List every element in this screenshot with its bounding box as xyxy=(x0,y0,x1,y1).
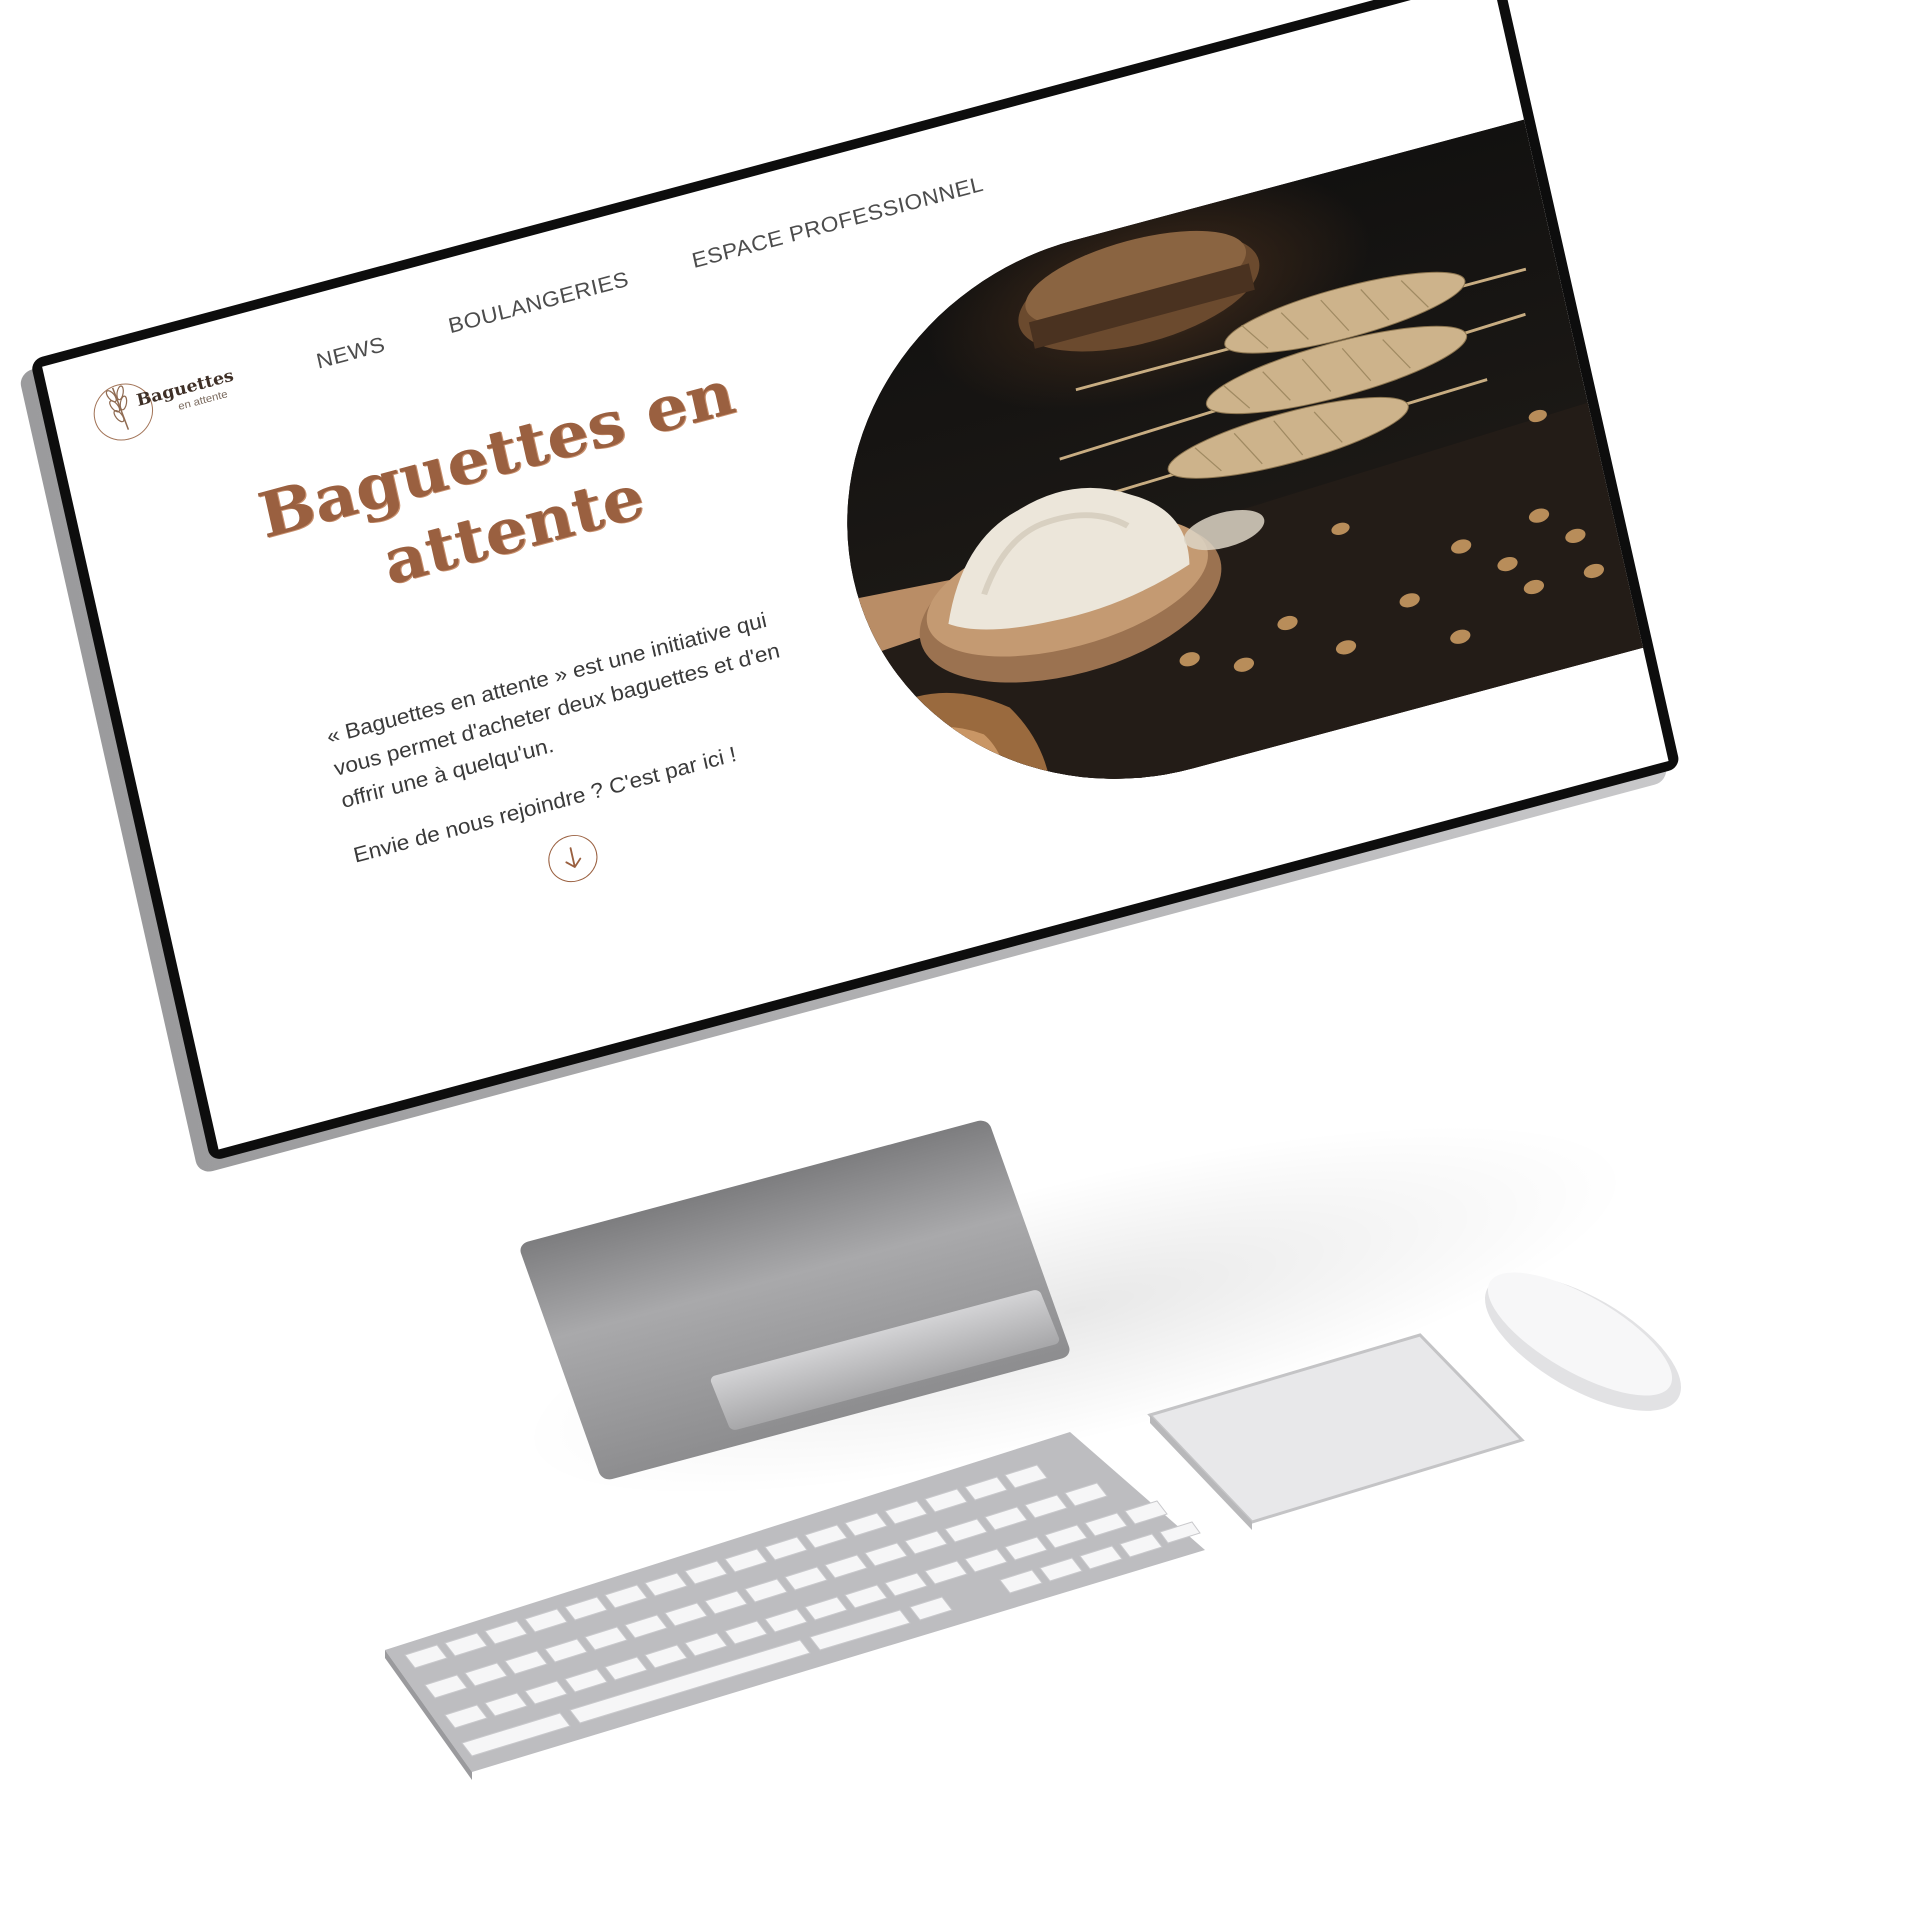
website-screen: Baguettes en attente NEWS BOULANGERIES E… xyxy=(42,0,1669,1150)
nav-item-boulangeries[interactable]: BOULANGERIES xyxy=(446,266,631,339)
monitor-bezel: Baguettes en attente NEWS BOULANGERIES E… xyxy=(30,0,1681,1162)
site-logo[interactable]: Baguettes en attente xyxy=(88,352,252,453)
flour-scene-illustration xyxy=(857,230,1644,844)
arrow-down-icon xyxy=(565,847,582,868)
monitor: Baguettes en attente NEWS BOULANGERIES E… xyxy=(18,0,1681,1175)
hero-title: Baguettes en attente xyxy=(228,348,782,638)
nav-item-news[interactable]: NEWS xyxy=(314,332,388,375)
nav-item-espace-professionnel[interactable]: ESPACE PROFESSIONNEL xyxy=(690,171,986,273)
scroll-down-button[interactable] xyxy=(543,829,602,888)
hero-photo xyxy=(794,119,1644,844)
desk-scene: Baguettes en attente NEWS BOULANGERIES E… xyxy=(0,0,1912,1912)
